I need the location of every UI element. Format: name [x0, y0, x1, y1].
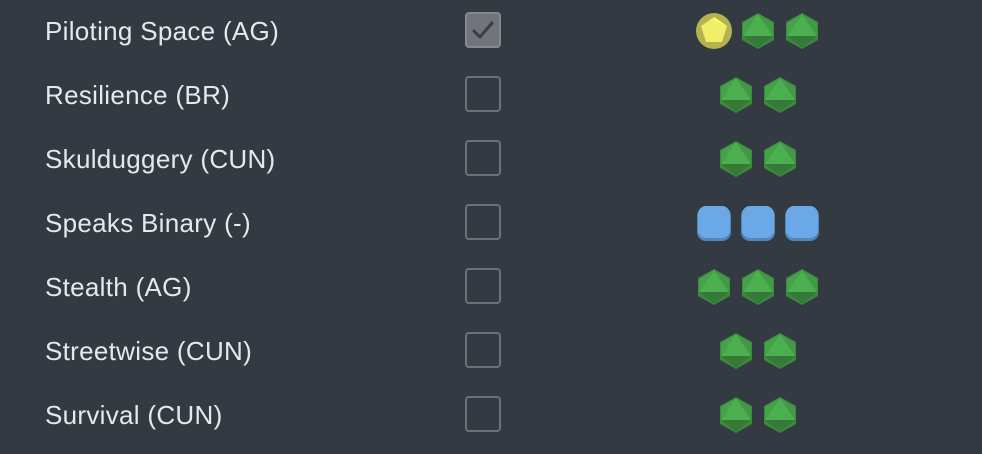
boost-die-icon: [697, 206, 731, 241]
ability-die-icon: [720, 397, 752, 433]
ability-die-icon: [764, 333, 796, 369]
dice-pool: [694, 266, 822, 308]
checkmark-icon: [472, 21, 494, 39]
skill-row: Survival (CUN): [0, 387, 982, 443]
ability-die-icon: [720, 77, 752, 113]
skill-name: Stealth (AG): [45, 272, 192, 302]
ability-die-icon: [786, 269, 818, 305]
ability-die-icon: [698, 269, 730, 305]
skill-row: Skulduggery (CUN): [0, 131, 982, 187]
ability-die-icon: [786, 13, 818, 49]
dice-pool: [694, 202, 822, 244]
skill-name: Streetwise (CUN): [45, 336, 253, 366]
boost-die-icon: [741, 206, 775, 241]
dice-pool: [716, 138, 800, 180]
ability-die-icon: [764, 77, 796, 113]
ability-die-icon: [764, 397, 796, 433]
career-skill-checkbox[interactable]: [465, 12, 501, 48]
skill-row: Resilience (BR): [0, 67, 982, 123]
career-skill-checkbox[interactable]: [465, 140, 501, 176]
skill-list: Piloting Space (AG) Resilience (BR) Skul…: [0, 0, 982, 454]
skill-row: Speaks Binary (-): [0, 195, 982, 251]
skill-name: Skulduggery (CUN): [45, 144, 276, 174]
dice-pool: [694, 10, 822, 52]
dice-pool: [716, 394, 800, 436]
skill-name: Speaks Binary (-): [45, 208, 251, 238]
dice-pool: [716, 74, 800, 116]
skill-row: Streetwise (CUN): [0, 323, 982, 379]
dice-pool: [716, 330, 800, 372]
ability-die-icon: [720, 333, 752, 369]
ability-die-icon: [720, 141, 752, 177]
skill-row: Piloting Space (AG): [0, 3, 982, 59]
career-skill-checkbox[interactable]: [465, 204, 501, 240]
ability-die-icon: [742, 269, 774, 305]
career-skill-checkbox[interactable]: [465, 268, 501, 304]
career-skill-checkbox[interactable]: [465, 76, 501, 112]
career-skill-checkbox[interactable]: [465, 332, 501, 368]
skill-row: Stealth (AG): [0, 259, 982, 315]
proficiency-die-icon: [696, 13, 732, 49]
skill-name: Resilience (BR): [45, 80, 231, 110]
career-skill-checkbox[interactable]: [465, 396, 501, 432]
ability-die-icon: [742, 13, 774, 49]
skill-name: Piloting Space (AG): [45, 16, 280, 46]
ability-die-icon: [764, 141, 796, 177]
boost-die-icon: [785, 206, 819, 241]
skill-name: Survival (CUN): [45, 400, 223, 430]
